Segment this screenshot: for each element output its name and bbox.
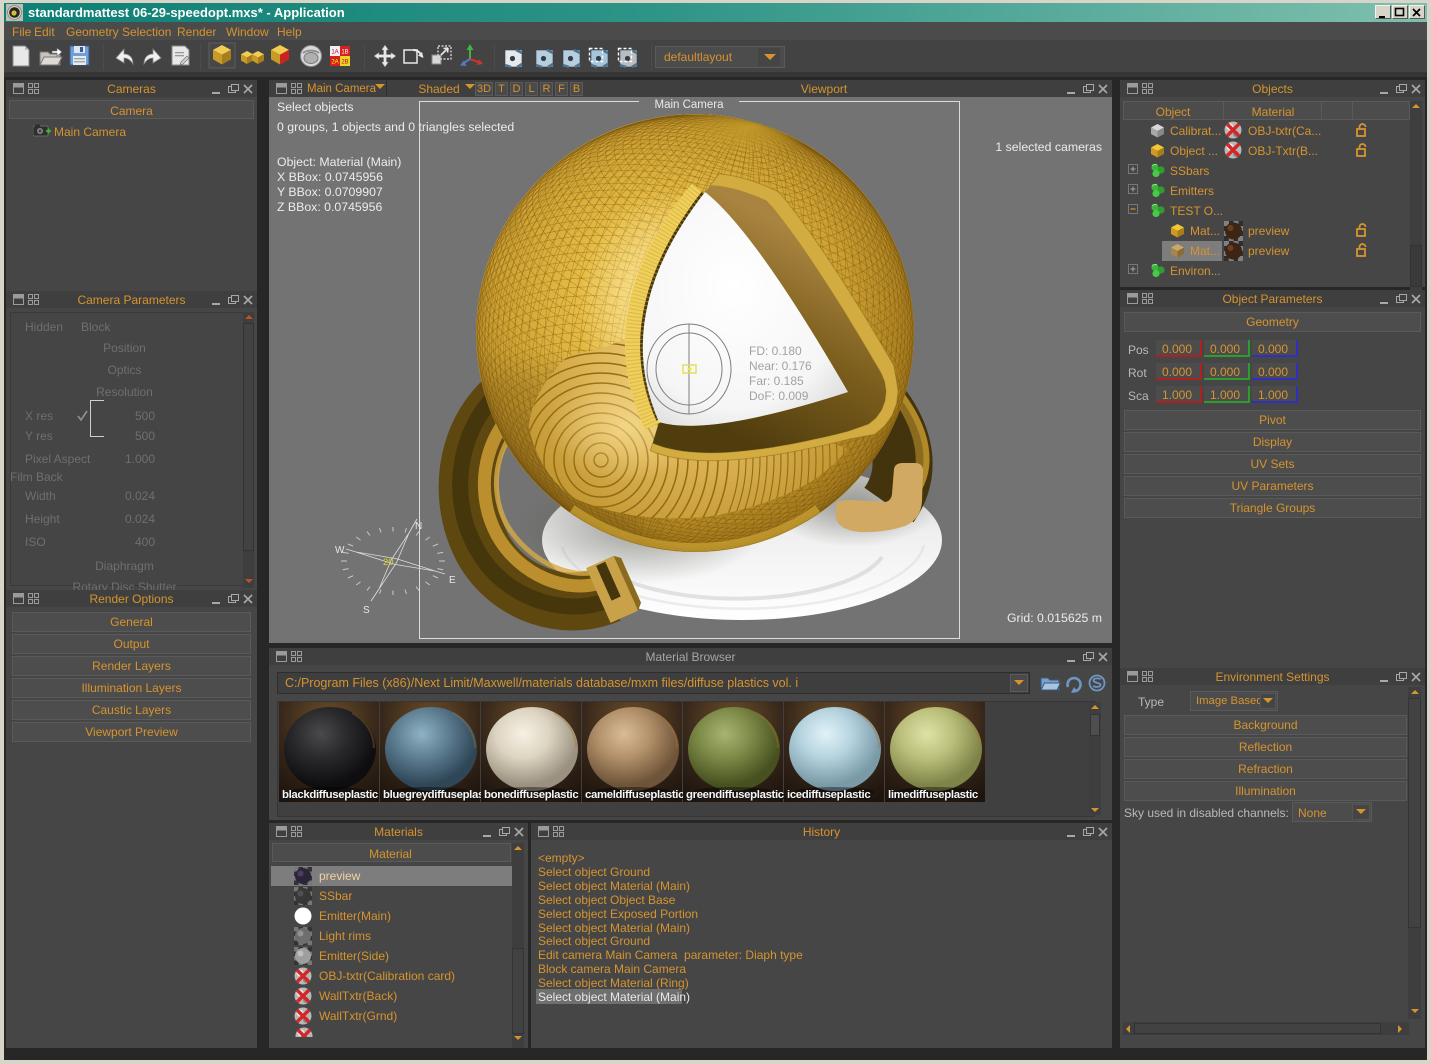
- svg-text:icediffuseplastic: icediffuseplastic: [787, 789, 870, 801]
- svg-text:N: N: [415, 521, 422, 532]
- svg-text:Grid: 0.015625 m: Grid: 0.015625 m: [1007, 611, 1102, 625]
- svg-text:Y BBox: 0.0709907: Y BBox: 0.0709907: [277, 185, 383, 199]
- svg-text:X BBox: 0.0745956: X BBox: 0.0745956: [277, 170, 383, 184]
- svg-text:bluegreydiffuseplas: bluegreydiffuseplas: [383, 789, 484, 801]
- svg-text:1B: 1B: [341, 50, 348, 56]
- svg-text:W: W: [335, 545, 345, 556]
- svg-text:20: 20: [383, 557, 394, 568]
- svg-text:2A: 2A: [331, 60, 338, 66]
- svg-text:Far: 0.185: Far: 0.185: [749, 374, 804, 388]
- svg-text:greendiffuseplastic: greendiffuseplastic: [686, 789, 784, 801]
- svg-text:Main Camera: Main Camera: [654, 99, 724, 111]
- svg-text:Select objects: Select objects: [277, 100, 354, 114]
- svg-text:FD: 0.180: FD: 0.180: [749, 344, 802, 358]
- svg-text:2B: 2B: [341, 60, 348, 66]
- svg-text:bonediffuseplastic: bonediffuseplastic: [484, 789, 578, 801]
- svg-text:DoF: 0.009: DoF: 0.009: [749, 389, 809, 403]
- svg-text:S: S: [363, 605, 370, 616]
- svg-text:0 groups, 1 objects and 0 tria: 0 groups, 1 objects and 0 triangles sele…: [277, 120, 514, 134]
- svg-text:Near: 0.176: Near: 0.176: [749, 359, 812, 373]
- svg-text:Object: Material (Main): Object: Material (Main): [277, 155, 401, 169]
- svg-text:E: E: [449, 575, 456, 586]
- svg-text:1 selected cameras: 1 selected cameras: [995, 140, 1102, 154]
- svg-text:limediffuseplastic: limediffuseplastic: [888, 789, 978, 801]
- svg-text:Z BBox: 0.0745956: Z BBox: 0.0745956: [277, 200, 382, 214]
- svg-text:1A: 1A: [331, 50, 338, 56]
- svg-text:blackdiffuseplastic: blackdiffuseplastic: [282, 789, 378, 801]
- svg-text:cameldiffuseplastic: cameldiffuseplastic: [585, 789, 684, 801]
